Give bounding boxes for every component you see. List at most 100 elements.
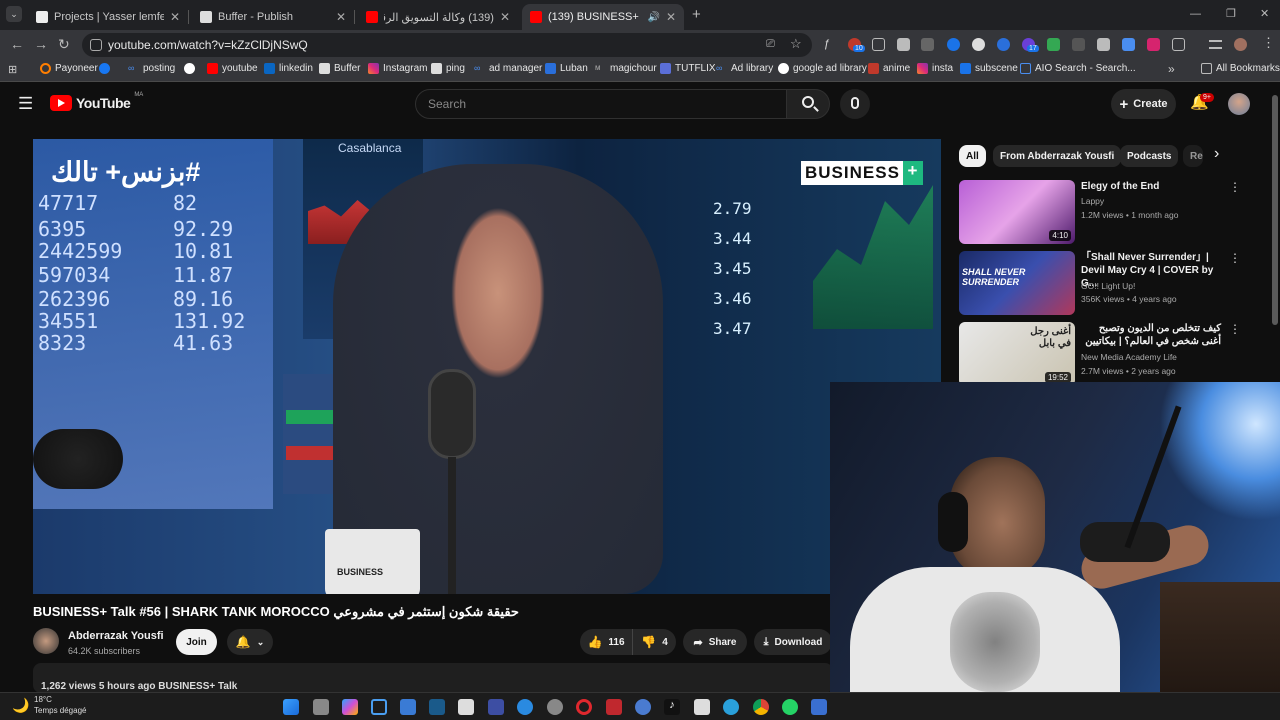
task-view-icon[interactable] <box>313 699 329 715</box>
create-button[interactable]: + Create <box>1111 89 1176 119</box>
more-options-icon[interactable]: ⋮ <box>1229 180 1241 194</box>
copilot-icon[interactable] <box>342 699 358 715</box>
rec-title[interactable]: Elegy of the End <box>1081 180 1221 193</box>
chevron-right-icon[interactable]: › <box>1214 145 1219 163</box>
page-scrollbar[interactable] <box>1272 95 1278 325</box>
edge-icon[interactable] <box>517 699 533 715</box>
whatsapp-icon[interactable] <box>782 699 798 715</box>
extension-icon[interactable] <box>921 38 934 51</box>
windows-start-icon[interactable] <box>283 699 299 715</box>
bookmarks-overflow-button[interactable]: » <box>1168 62 1175 76</box>
app-icon[interactable] <box>429 699 445 715</box>
bookmark-payoneer[interactable]: Payoneer <box>40 63 98 74</box>
maximize-icon[interactable]: ❐ <box>1226 7 1236 20</box>
apps-grid-icon[interactable]: ⊞ <box>8 63 17 76</box>
bookmark-google[interactable] <box>184 63 195 74</box>
bookmark-instagram[interactable]: Instagram <box>368 63 427 74</box>
more-options-icon[interactable]: ⋮ <box>1229 322 1241 336</box>
settings-gear-icon[interactable] <box>547 699 563 715</box>
close-icon[interactable]: ✕ <box>170 10 180 24</box>
reading-list-icon[interactable] <box>1209 40 1222 49</box>
menu-kebab-icon[interactable]: ⋮ <box>1262 35 1275 51</box>
extension-icon[interactable] <box>1122 38 1135 51</box>
video-thumbnail[interactable]: SHALL NEVER SURRENDER <box>959 251 1075 315</box>
app-icon[interactable] <box>694 699 710 715</box>
forward-icon[interactable]: → <box>34 36 48 52</box>
extension-icon[interactable] <box>1147 38 1160 51</box>
new-tab-button[interactable]: + <box>692 6 701 23</box>
cast-icon[interactable]: ⎚ <box>766 38 775 51</box>
extension-icon[interactable] <box>1047 38 1060 51</box>
channel-name[interactable]: Abderrazak Yousfi <box>68 630 164 642</box>
bookmark-anime[interactable]: anime <box>868 63 910 74</box>
chip-from-channel[interactable]: From Abderrazak Yousfi <box>993 145 1122 167</box>
search-input[interactable]: Search <box>415 89 787 119</box>
extension-icon[interactable] <box>972 38 985 51</box>
close-icon[interactable]: ✕ <box>500 10 510 24</box>
extension-camera-icon[interactable] <box>897 38 910 51</box>
more-options-icon[interactable]: ⋮ <box>1229 251 1241 265</box>
recommendation-item[interactable]: 4:10 Elegy of the End Lappy 1.2M views •… <box>959 180 1249 244</box>
channel-avatar[interactable] <box>33 628 59 654</box>
close-icon[interactable]: ✕ <box>336 10 346 24</box>
bookmark-linkedin[interactable]: linkedin <box>264 63 313 74</box>
rec-title[interactable]: كيف تتخلص من الديون وتصبح أغنى شخص في ال… <box>1081 322 1221 348</box>
chrome-icon[interactable] <box>753 699 769 715</box>
bookmark-star-icon[interactable]: ☆ <box>790 36 802 52</box>
video-thumbnail[interactable]: 4:10 <box>959 180 1075 244</box>
join-button[interactable]: Join <box>176 629 217 655</box>
hamburger-menu-icon[interactable]: ☰ <box>18 94 33 114</box>
video-player[interactable]: 47717 6395 2442599 597034 262396 34551 8… <box>33 139 941 594</box>
youtube-logo[interactable]: YouTube MA <box>50 92 143 111</box>
weather-icon[interactable]: 🌙 <box>12 697 29 714</box>
tab-youtube-active[interactable]: (139) BUSINESS+ Talk #56 | 🔊 ✕ <box>522 4 684 30</box>
like-button[interactable]: 👍 116 <box>580 629 632 655</box>
chip-all[interactable]: All <box>959 145 986 167</box>
download-button[interactable]: ⤓ Download <box>754 629 832 655</box>
mail-icon[interactable] <box>458 699 474 715</box>
bookmark-google-ad-library[interactable]: google ad library <box>778 63 867 74</box>
tab-search-button[interactable]: ⌄ <box>6 6 22 22</box>
app-icon[interactable] <box>606 699 622 715</box>
bookmark-insta[interactable]: insta <box>917 63 953 74</box>
bookmark-tutflix[interactable]: TUTFLIX <box>660 63 716 74</box>
bookmark-youtube[interactable]: youtube <box>207 63 258 74</box>
chip-related[interactable]: Re <box>1183 145 1203 167</box>
app-icon[interactable] <box>488 699 504 715</box>
back-icon[interactable]: ← <box>10 36 24 52</box>
tab-projects[interactable]: Projects | Yasser lemfeddel's W ✕ <box>28 4 189 30</box>
avatar[interactable] <box>1228 93 1250 115</box>
bookmark-ad-library[interactable]: ∞ Ad library <box>716 63 773 74</box>
rec-channel[interactable]: New Media Academy Life <box>1081 352 1177 362</box>
search-button[interactable] <box>786 89 830 119</box>
site-info-icon[interactable] <box>90 39 102 51</box>
bookmark-ad-manager[interactable]: ∞ ad manager <box>474 63 542 74</box>
dislike-button[interactable]: 👎 4 <box>632 629 676 655</box>
bookmark-ping[interactable]: ping <box>431 63 465 74</box>
bookmark-magichour[interactable]: ᴍ magichour <box>595 63 657 74</box>
extension-fx-icon[interactable]: ƒ <box>824 38 837 51</box>
app-icon[interactable] <box>371 699 387 715</box>
voice-search-button[interactable] <box>840 89 870 119</box>
close-window-icon[interactable]: ✕ <box>1260 7 1269 20</box>
telegram-icon[interactable] <box>723 699 739 715</box>
app-icon[interactable] <box>811 699 827 715</box>
app-icon[interactable] <box>635 699 651 715</box>
tiktok-icon[interactable]: ♪ <box>664 699 680 715</box>
speaker-icon[interactable]: 🔊 <box>647 12 659 23</box>
close-icon[interactable]: ✕ <box>666 10 676 24</box>
bookmark-facebook[interactable] <box>99 63 110 74</box>
description-box[interactable]: 1,262 views 5 hours ago BUSINESS+ Talk <box>33 663 833 693</box>
extension-icon[interactable] <box>872 38 885 51</box>
bookmark-subscene[interactable]: subscene <box>960 63 1018 74</box>
subscribed-bell-button[interactable]: 🔔 ⌄ <box>227 629 273 655</box>
tab-buffer[interactable]: Buffer - Publish ✕ <box>192 4 355 30</box>
recommendation-item[interactable]: SHALL NEVER SURRENDER 「Shall Never Surre… <box>959 251 1249 315</box>
recommendation-item[interactable]: أغنى رجل في بابل 19:52 كيف تتخلص من الدي… <box>959 322 1249 382</box>
opera-icon[interactable] <box>576 699 592 715</box>
rec-channel[interactable]: GO!! Light Up! <box>1081 281 1135 291</box>
extension-icon[interactable] <box>947 38 960 51</box>
rec-channel[interactable]: Lappy <box>1081 196 1104 206</box>
app-icon[interactable] <box>400 699 416 715</box>
all-bookmarks-button[interactable]: All Bookmarks <box>1201 63 1280 74</box>
